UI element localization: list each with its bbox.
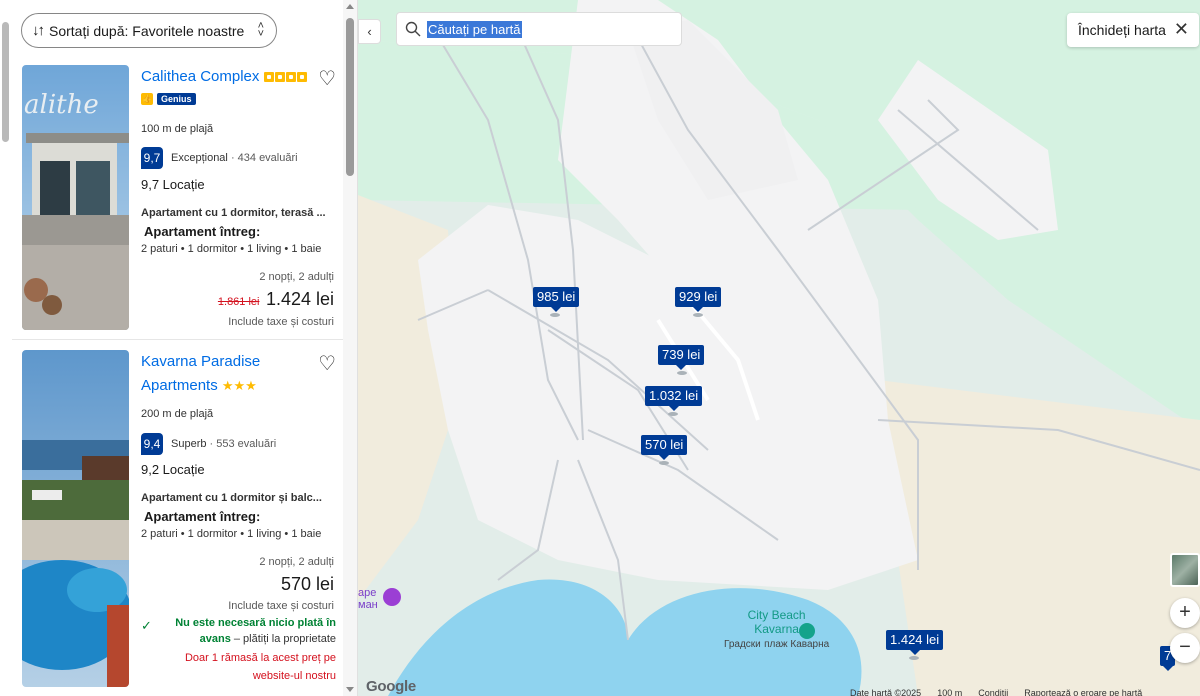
review-score-row: 9,7 Excepțional · 434 evaluări: [141, 147, 298, 169]
taxes-note: Include taxe și costuri: [228, 316, 334, 328]
beach-distance: 100 m de plajă: [141, 123, 214, 135]
terms-link[interactable]: Condiții: [978, 688, 1008, 696]
sort-icon: ↓↑: [32, 22, 45, 39]
close-map-button[interactable]: Închideți harta ✕: [1067, 13, 1199, 47]
sort-label: Sortați după: Favoritele noastre: [49, 22, 245, 39]
camera-icon[interactable]: [383, 588, 401, 606]
location-score: 9,7 Locație: [141, 177, 205, 192]
zoom-out-button[interactable]: −: [1170, 633, 1200, 663]
genius-row: 👍 Genius: [141, 93, 196, 105]
property-card[interactable]: Kavarna Paradise Apartments ★★★ ♡ 200 m …: [12, 341, 344, 696]
stay-details: 2 nopți, 2 adulți: [259, 271, 334, 283]
svg-text:alithe: alithe: [24, 90, 99, 120]
map-attribution: Date hartă ©2025 100 m Condiții Raportea…: [850, 688, 1142, 696]
star-rating: ★★★: [221, 378, 257, 393]
scale-label: 100 m: [937, 688, 963, 696]
thumbs-up-icon: 👍: [141, 93, 153, 105]
heart-icon[interactable]: ♡: [318, 66, 336, 91]
check-icon: ✓: [141, 618, 152, 633]
price-pin[interactable]: 985 lei: [533, 287, 580, 312]
star-rating: [263, 68, 308, 85]
google-logo: Google: [366, 678, 416, 695]
search-icon: [405, 21, 421, 37]
scarcity-note: Doar 1 rămasă la acest preț pe website-u…: [184, 652, 336, 682]
review-score-row: 9,4 Superb · 553 evaluări: [141, 433, 276, 455]
sort-button[interactable]: ↓↑ Sortați după: Favoritele noastre ˄ ˅: [21, 13, 277, 48]
property-photo[interactable]: [22, 350, 129, 687]
location-score: 9,2 Locație: [141, 462, 205, 477]
apartment-description: Apartament cu 1 dormitor și balc...: [141, 492, 322, 504]
beach-icon[interactable]: [799, 623, 815, 639]
map-data-credit: Date hartă ©2025: [850, 688, 922, 696]
original-price: 1.861 lei: [217, 296, 260, 308]
pin-location-dot: [550, 313, 560, 317]
no-prepayment-note: Nu este necesară nicio plată în avans – …: [175, 617, 336, 645]
review-word: Superb · 553 evaluări: [171, 438, 277, 450]
chevron-left-icon[interactable]: ‹: [358, 19, 381, 44]
close-icon: ✕: [1173, 19, 1189, 39]
chevron-updown-icon: ˄ ˅: [257, 20, 264, 40]
property-photo[interactable]: alithe: [22, 65, 129, 330]
current-price: 1.424 lei: [265, 289, 334, 309]
heart-icon[interactable]: ♡: [318, 351, 336, 376]
outer-scrollbar-thumb[interactable]: [2, 22, 9, 142]
results-panel: ↓↑ Sortați după: Favoritele noastre ˄ ˅ a…: [0, 0, 358, 696]
scrollbar-thumb[interactable]: [346, 18, 354, 176]
price-pin[interactable]: 1.032 lei: [645, 386, 703, 411]
pin-location-dot: [677, 371, 687, 375]
price-pin[interactable]: 570 lei: [641, 435, 688, 460]
results-scrollbar[interactable]: [343, 0, 357, 696]
scroll-down-arrow[interactable]: [346, 687, 354, 692]
review-score: 9,7: [141, 147, 163, 169]
map-canvas[interactable]: 985 lei 929 lei 739 lei 1.032 lei 570 le…: [358, 0, 1200, 696]
app-root: ↓↑ Sortați după: Favoritele noastre ˄ ˅ a…: [0, 0, 1200, 696]
property-card[interactable]: alithe Calithea Complex ♡ 👍 Genius 100 m…: [12, 56, 344, 340]
price-pin[interactable]: 1.424 lei: [886, 630, 944, 655]
unit-type: Apartament întreg:: [144, 509, 261, 524]
satellite-toggle[interactable]: [1170, 553, 1200, 587]
price-pin[interactable]: 739 lei: [658, 345, 705, 370]
property-name[interactable]: Kavarna Paradise Apartments ★★★: [141, 350, 260, 398]
pin-location-dot: [693, 313, 703, 317]
beach-distance: 200 m de plajă: [141, 408, 214, 420]
bed-configuration: 2 paturi • 1 dormitor • 1 living • 1 bai…: [141, 243, 322, 255]
pin-location-dot: [668, 412, 678, 416]
map-base-layer: [358, 0, 1200, 696]
bed-configuration: 2 paturi • 1 dormitor • 1 living • 1 bai…: [141, 528, 322, 540]
poi-cafe-label[interactable]: ape ман: [358, 587, 378, 611]
search-text[interactable]: Căutați pe hartă: [427, 20, 522, 38]
report-error-link[interactable]: Raportează o eroare pe hartă: [1024, 688, 1142, 696]
pin-location-dot: [909, 656, 919, 660]
price-pin[interactable]: 929 lei: [675, 287, 722, 312]
taxes-note: Include taxe și costuri: [228, 600, 334, 612]
map-search-input[interactable]: Căutați pe hartă: [396, 12, 682, 46]
review-word: Excepțional · 434 evaluări: [171, 152, 298, 164]
zoom-in-button[interactable]: +: [1170, 598, 1200, 628]
price-row: 570 lei: [281, 574, 334, 595]
pin-location-dot: [659, 461, 669, 465]
scroll-up-arrow[interactable]: [346, 4, 354, 9]
property-name[interactable]: Calithea Complex: [141, 65, 308, 89]
price-row: 1.861 lei 1.424 lei: [218, 289, 334, 310]
close-map-label: Închideți harta: [1078, 22, 1166, 38]
current-price: 570 lei: [280, 574, 334, 594]
review-score: 9,4: [141, 433, 163, 455]
genius-badge: Genius: [157, 93, 196, 105]
unit-type: Apartament întreg:: [144, 224, 261, 239]
stay-details: 2 nopți, 2 adulți: [259, 556, 334, 568]
apartment-description: Apartament cu 1 dormitor, terasă ...: [141, 207, 326, 219]
